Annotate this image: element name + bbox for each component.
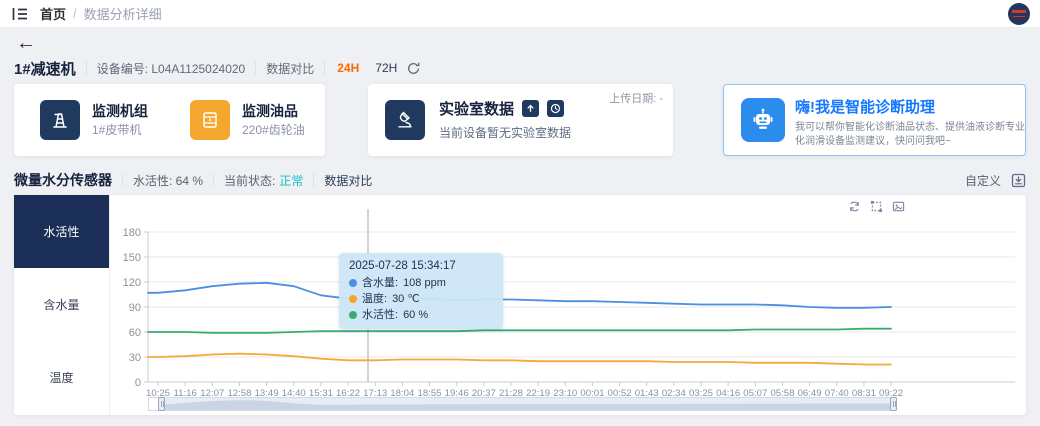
tooltip-value: 30 ℃ <box>392 292 420 306</box>
assistant-desc-line2: 化润滑设备监测建议，快问问我吧~ <box>795 135 1025 149</box>
ai-assistant-card[interactable]: 嗨!我是智能诊断助理 我可以帮你智能化诊断油品状态、提供油液诊断专业 化润滑设备… <box>723 84 1026 156</box>
svg-text:90: 90 <box>129 302 141 314</box>
breadcrumb-separator: / <box>73 6 77 21</box>
status-label: 当前状态: <box>224 172 275 189</box>
machine-subtitle: 1#皮带机 <box>92 122 148 138</box>
divider <box>122 174 123 186</box>
water-activity-value: 水活性: 64 % <box>133 172 203 189</box>
top-bar: 首页 / 数据分析详细 <box>0 0 1040 28</box>
tab-water-activity[interactable]: 水活性 <box>14 195 109 268</box>
svg-text:60: 60 <box>129 327 141 339</box>
breadcrumb-home[interactable]: 首页 <box>40 4 66 23</box>
sensor-section-bar: 微量水分传感器 水活性: 64 % 当前状态: 正常 数据对比 自定义 <box>14 170 1026 190</box>
assistant-title: 嗨!我是智能诊断助理 <box>795 98 1025 117</box>
upload-icon[interactable] <box>522 100 539 117</box>
datazoom-selected-range[interactable] <box>161 398 894 410</box>
svg-text:150: 150 <box>123 252 141 264</box>
tooltip-row-water-content: 含水量: 108 ppm <box>349 276 493 290</box>
tab-temperature[interactable]: 温度 <box>14 341 109 414</box>
tab-water-content[interactable]: 含水量 <box>14 268 109 341</box>
assistant-desc-line1: 我可以帮你智能化诊断油品状态、提供油液诊断专业 <box>795 121 1025 135</box>
tooltip-label: 水活性: <box>362 308 398 322</box>
data-compare-label[interactable]: 数据对比 <box>266 60 314 77</box>
chart-region: 030609012015018010:2511:1612:0712:5813:4… <box>110 195 1026 415</box>
monitor-card: 监测机组 1#皮带机 监测油品 220#齿轮油 <box>14 84 325 156</box>
divider <box>313 174 314 186</box>
datazoom-left-handle[interactable] <box>158 397 165 411</box>
machine-title: 监测机组 <box>92 102 148 120</box>
collapse-menu-icon[interactable] <box>12 7 28 21</box>
datazoom-right-handle[interactable] <box>890 397 897 411</box>
tooltip-value: 108 ppm <box>403 276 446 290</box>
oil-title: 监测油品 <box>242 102 305 120</box>
divider <box>213 174 214 186</box>
robot-icon <box>741 98 785 142</box>
user-avatar[interactable] <box>1008 3 1030 25</box>
data-analysis-page: 首页 / 数据分析详细 ← 1#减速机 设备编号: L04A1125024020… <box>0 0 1040 426</box>
upload-date-label: 上传日期: - <box>609 90 663 106</box>
oil-subtitle: 220#齿轮油 <box>242 122 305 138</box>
oil-barrel-icon <box>190 100 230 140</box>
svg-text:0: 0 <box>135 377 141 389</box>
microscope-icon <box>385 100 425 140</box>
lab-subtitle: 当前设备暂无实验室数据 <box>439 124 571 141</box>
tooltip-label: 温度: <box>362 292 387 306</box>
refresh-icon[interactable] <box>407 62 420 75</box>
range-24h-button[interactable]: 24H <box>337 61 359 75</box>
divider <box>86 62 87 74</box>
chart-tooltip: 2025-07-28 15:34:17 含水量: 108 ppm 温度: 30 … <box>339 253 503 329</box>
svg-text:180: 180 <box>123 227 141 239</box>
range-72h-button[interactable]: 72H <box>375 61 397 75</box>
tooltip-time: 2025-07-28 15:34:17 <box>349 259 493 274</box>
breadcrumb-current: 数据分析详细 <box>84 4 162 23</box>
device-title-bar: 1#减速机 设备编号: L04A1125024020 数据对比 24H 72H <box>14 58 420 78</box>
series-dot-temperature <box>349 295 357 303</box>
tooltip-label: 含水量: <box>362 276 398 290</box>
history-clock-icon[interactable] <box>547 100 564 117</box>
tooltip-row-temperature: 温度: 30 ℃ <box>349 292 493 306</box>
sensor-chart-card: 水活性 含水量 温度 030609012015018010:2511:1612:… <box>14 195 1026 415</box>
export-download-icon[interactable] <box>1011 173 1026 188</box>
monitor-machine-item[interactable]: 监测机组 1#皮带机 <box>40 100 148 140</box>
sensor-data-compare[interactable]: 数据对比 <box>324 172 372 189</box>
tooltip-value: 60 % <box>403 308 428 322</box>
chart-tabs: 水活性 含水量 温度 <box>14 195 110 415</box>
datazoom-preview-wave <box>161 398 896 410</box>
svg-text:30: 30 <box>129 352 141 364</box>
series-dot-water-activity <box>349 311 357 319</box>
device-title: 1#减速机 <box>14 58 76 79</box>
tooltip-row-water-activity: 水活性: 60 % <box>349 308 493 322</box>
divider <box>324 62 325 74</box>
line-chart[interactable]: 030609012015018010:2511:1612:0712:5813:4… <box>110 195 1026 415</box>
series-dot-water-content <box>349 279 357 287</box>
status-value: 正常 <box>279 172 303 189</box>
monitor-oil-item[interactable]: 监测油品 220#齿轮油 <box>190 100 305 140</box>
lab-data-card[interactable]: 上传日期: - 实验室数据 当前设备暂无实验室数据 <box>368 84 673 156</box>
lab-title: 实验室数据 <box>439 98 514 119</box>
datazoom-slider[interactable] <box>148 397 895 411</box>
svg-text:120: 120 <box>123 277 141 289</box>
machine-icon <box>40 100 80 140</box>
sensor-title: 微量水分传感器 <box>14 170 112 190</box>
divider <box>255 62 256 74</box>
device-code: 设备编号: L04A1125024020 <box>97 60 246 77</box>
custom-button[interactable]: 自定义 <box>965 172 1001 189</box>
back-button[interactable]: ← <box>16 32 36 54</box>
